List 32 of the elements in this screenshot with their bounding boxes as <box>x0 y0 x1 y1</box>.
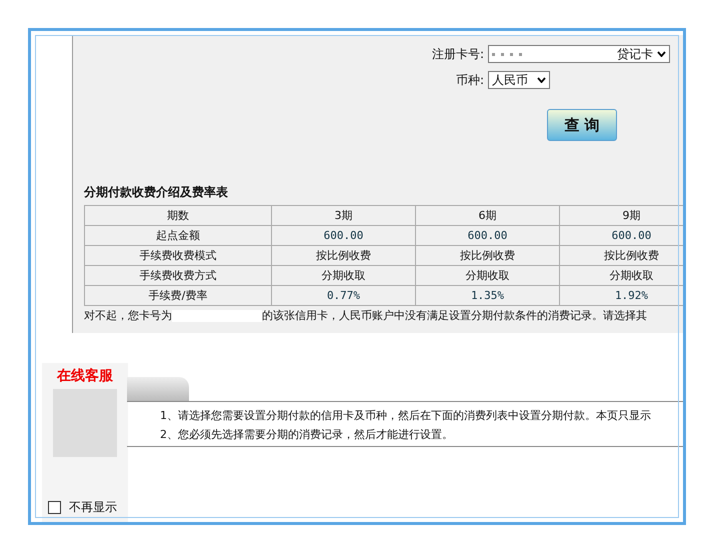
checkbox[interactable] <box>48 501 61 514</box>
masked-number-icon <box>492 52 522 56</box>
error-message: 的该张信用卡，人民币账户中没有满足设置分期付款条件的消费记录。请选择其 <box>262 308 647 323</box>
table-cell: 起点金额 <box>84 226 272 246</box>
card-number-label: 注册卡号: <box>430 46 484 62</box>
table-cell: 600.00 <box>416 226 560 246</box>
card-select[interactable]: 贷记卡 <box>488 45 670 63</box>
column-header: 期数 <box>84 206 272 226</box>
table-cell: 手续费/费率 <box>84 286 272 306</box>
table-cell: 600.00 <box>272 226 416 246</box>
support-title[interactable]: 在线客服 <box>57 367 113 385</box>
column-header: 9期 <box>560 206 683 226</box>
column-header: 3期 <box>272 206 416 226</box>
table-cell: 分期收取 <box>416 266 560 286</box>
table-cell: 按比例收费 <box>272 246 416 266</box>
currency-select[interactable]: 人民币 <box>488 71 550 89</box>
table-title: 分期付款收费介绍及费率表 <box>84 184 229 201</box>
table-cell: 0.77% <box>272 286 416 306</box>
currency-label: 币种: <box>454 72 484 88</box>
query-button[interactable]: 查 询 <box>547 109 617 141</box>
table-cell: 1.35% <box>416 286 560 306</box>
table-cell: 手续费收费模式 <box>84 246 272 266</box>
instruction-text: 1、请选择您需要设置分期付款的信用卡及币种，然后在下面的消费列表中设置分期付款。本页只显示 <box>160 408 652 424</box>
chevron-down-icon <box>657 51 666 57</box>
chevron-down-icon <box>537 77 546 83</box>
table-cell: 手续费收费方式 <box>84 266 272 286</box>
table-cell: 按比例收费 <box>416 246 560 266</box>
checkbox-label: 不再显示 <box>69 499 117 516</box>
error-message: 对不起，您卡号为 <box>84 308 172 323</box>
table-cell: 分期收取 <box>272 266 416 286</box>
column-header: 6期 <box>416 206 560 226</box>
instruction-text: 2、您必须先选择需要分期的消费记录，然后才能进行设置。 <box>160 427 454 443</box>
